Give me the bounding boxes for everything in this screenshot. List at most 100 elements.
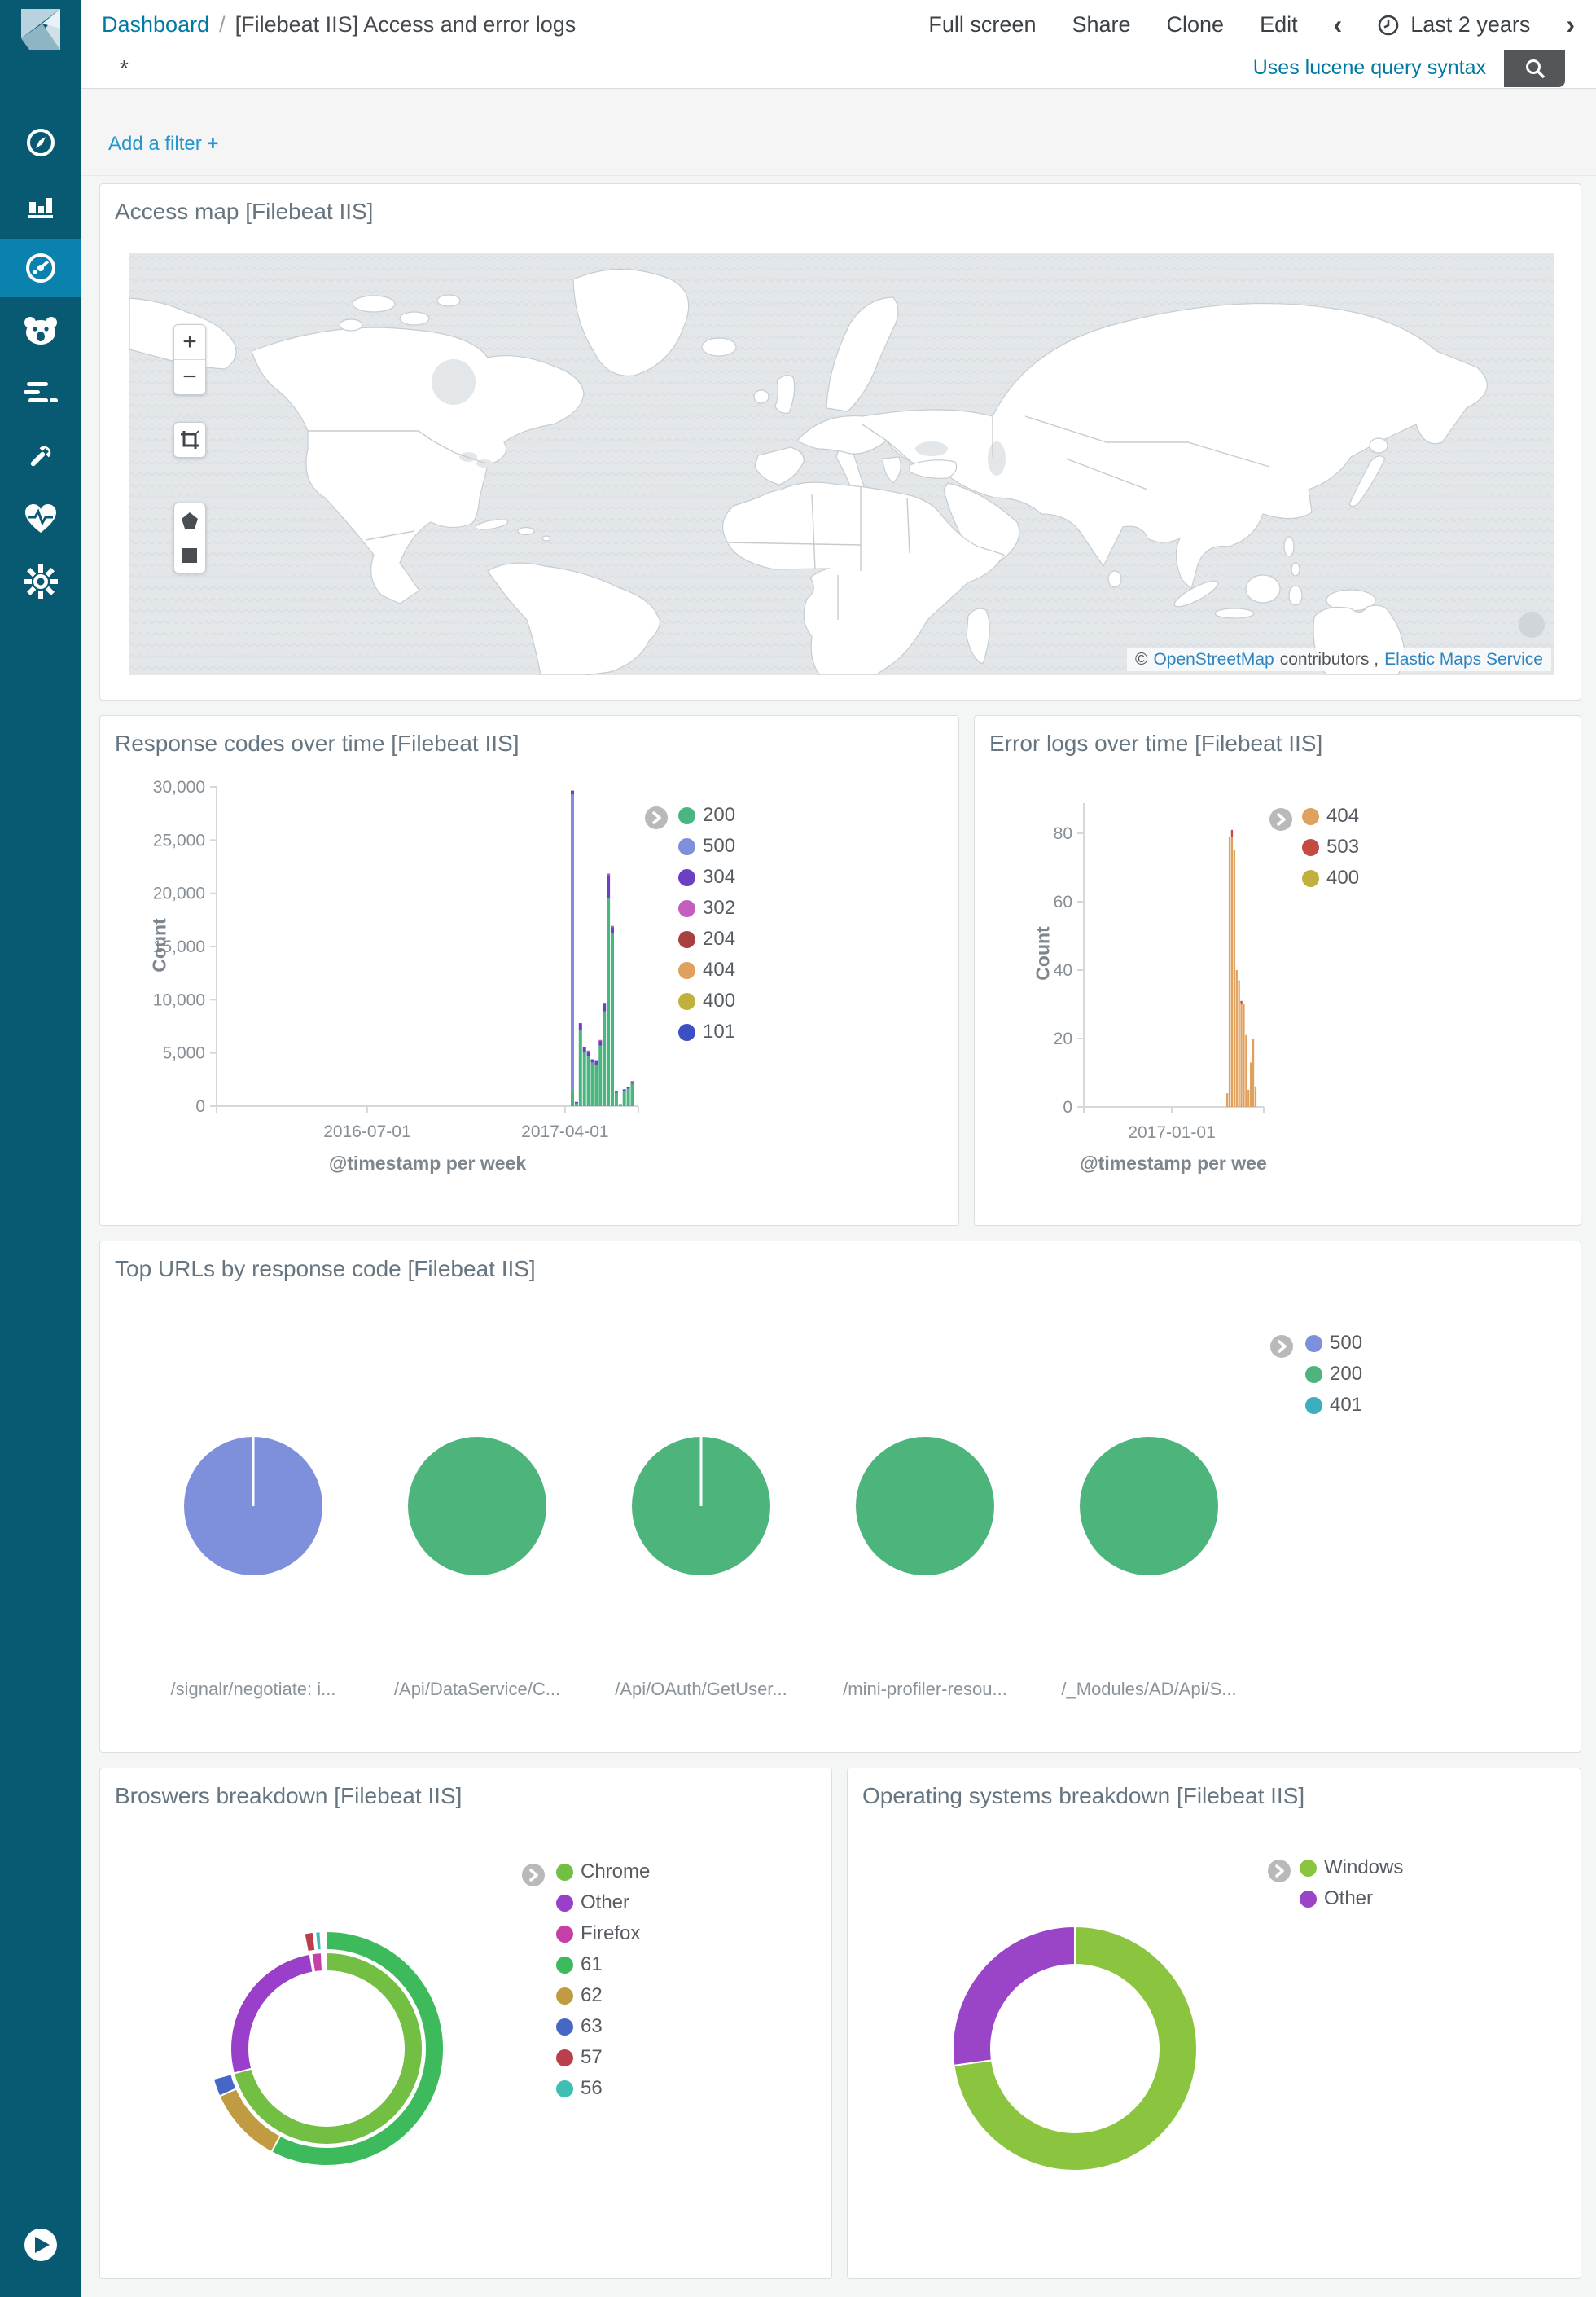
- legend-item[interactable]: 500: [1305, 1328, 1362, 1359]
- sidebar-item-dashboard[interactable]: [0, 239, 81, 297]
- legend-item[interactable]: 404: [678, 955, 735, 986]
- full-screen-button[interactable]: Full screen: [928, 12, 1036, 37]
- response-codes-chart[interactable]: 05,00010,00015,00020,00025,00030,0002016…: [100, 716, 960, 1227]
- sidebar-item-monitoring[interactable]: [0, 490, 81, 548]
- panel-access-map: Access map [Filebeat IIS]: [99, 183, 1581, 701]
- sidebar-item-discover[interactable]: [0, 113, 81, 172]
- legend-toggle-button[interactable]: [1270, 1335, 1293, 1358]
- lucene-syntax-link[interactable]: Uses lucene query syntax: [1253, 56, 1486, 80]
- legend-label: 200: [703, 804, 735, 827]
- legend-item[interactable]: 56: [556, 2073, 650, 2104]
- sidebar-item-management[interactable]: [0, 552, 81, 611]
- search-button[interactable]: [1504, 50, 1565, 87]
- legend-item[interactable]: Other: [1300, 1883, 1403, 1914]
- legend-item[interactable]: 61: [556, 1949, 650, 1980]
- kibana-dashboard-page: Dashboard / [Filebeat IIS] Access and er…: [0, 0, 1596, 2297]
- legend-color-dot: [1302, 870, 1319, 887]
- legend-item[interactable]: 500: [678, 831, 735, 862]
- legend-color-dot: [678, 807, 695, 824]
- panel-top-urls: Top URLs by response code [Filebeat IIS]…: [99, 1241, 1581, 1753]
- legend-toggle-button[interactable]: [645, 806, 668, 829]
- legend-item[interactable]: 302: [678, 893, 735, 924]
- legend-item[interactable]: 200: [678, 800, 735, 831]
- top-navbar: Dashboard / [Filebeat IIS] Access and er…: [81, 0, 1596, 51]
- legend-item[interactable]: 204: [678, 924, 735, 955]
- gear-icon: [24, 564, 58, 599]
- plus-icon: +: [207, 133, 218, 155]
- svg-text:30,000: 30,000: [153, 778, 205, 797]
- legend-toggle-button[interactable]: [1269, 808, 1292, 831]
- browsers-donut-chart[interactable]: [100, 1768, 833, 2280]
- clone-button[interactable]: Clone: [1167, 12, 1225, 37]
- legend-item[interactable]: 57: [556, 2042, 650, 2073]
- pie-url-label: /_Modules/AD/Api/S...: [1047, 1679, 1251, 1700]
- legend-label: 101: [703, 1021, 735, 1043]
- clock-icon: [1378, 15, 1399, 36]
- legend-color-dot: [1300, 1891, 1317, 1908]
- panel-browsers-breakdown: Broswers breakdown [Filebeat IIS] Chrome…: [99, 1768, 832, 2279]
- legend-color-dot: [556, 2080, 573, 2097]
- time-picker-button[interactable]: Last 2 years: [1378, 12, 1530, 37]
- legend-label: 63: [581, 2015, 603, 2038]
- breadcrumb-dashboard-link[interactable]: Dashboard: [102, 12, 209, 37]
- map-fit-data-button[interactable]: [174, 423, 205, 457]
- edit-button[interactable]: Edit: [1260, 12, 1298, 37]
- legend-label: Firefox: [581, 1922, 640, 1945]
- legend-item[interactable]: 101: [678, 1017, 735, 1047]
- legend-toggle-button[interactable]: [522, 1864, 545, 1886]
- time-forward-button[interactable]: ›: [1566, 10, 1575, 40]
- legend-item[interactable]: 503: [1302, 832, 1359, 863]
- sidebar-item-ml[interactable]: [0, 301, 81, 360]
- legend-item[interactable]: 200: [1305, 1359, 1362, 1390]
- map-attribution-toggle[interactable]: [1519, 612, 1545, 638]
- world-map[interactable]: + −: [129, 253, 1554, 675]
- breadcrumb-page-title: [Filebeat IIS] Access and error logs: [235, 12, 577, 37]
- legend-item[interactable]: Other: [556, 1887, 650, 1918]
- x-axis-title: @timestamp per week: [265, 1153, 590, 1175]
- map-draw-controls: [173, 503, 206, 573]
- osm-link[interactable]: OpenStreetMap: [1153, 650, 1274, 670]
- bar-chart-icon: [24, 189, 57, 222]
- error-logs-chart[interactable]: 0204060802017-01-01: [975, 716, 1582, 1227]
- legend-item[interactable]: 400: [678, 986, 735, 1017]
- map-zoom-in-button[interactable]: +: [174, 325, 205, 359]
- legend-color-dot: [556, 2049, 573, 2066]
- sidebar-item-timelion[interactable]: [0, 364, 81, 423]
- map-draw-rectangle-button[interactable]: [174, 538, 205, 573]
- dashboard-gauge-icon: [24, 251, 58, 285]
- breadcrumb: Dashboard / [Filebeat IIS] Access and er…: [102, 12, 576, 37]
- bear-face-icon: [23, 314, 59, 347]
- sidebar-collapse-button[interactable]: [24, 2229, 57, 2261]
- legend-color-dot: [678, 993, 695, 1010]
- kibana-logo[interactable]: [21, 9, 60, 50]
- y-axis-title: Count: [1033, 905, 1054, 1003]
- legend-item[interactable]: 304: [678, 862, 735, 893]
- svg-text:25,000: 25,000: [153, 831, 205, 850]
- legend-item[interactable]: 404: [1302, 801, 1359, 832]
- map-draw-polygon-button[interactable]: [174, 503, 205, 538]
- sidebar-item-visualize[interactable]: [0, 176, 81, 235]
- sidebar-item-dev-tools[interactable]: [0, 427, 81, 485]
- legend-label: 57: [581, 2046, 603, 2069]
- legend-item[interactable]: 62: [556, 1980, 650, 2011]
- pie-url-label: /signalr/negotiate: i...: [151, 1679, 355, 1700]
- legend-item[interactable]: 400: [1302, 863, 1359, 894]
- ems-link[interactable]: Elastic Maps Service: [1384, 650, 1543, 670]
- legend-item[interactable]: Chrome: [556, 1856, 650, 1887]
- legend-color-dot: [1302, 808, 1319, 825]
- sidebar: [0, 0, 81, 2297]
- add-filter-button[interactable]: Add a filter +: [108, 133, 218, 156]
- top-urls-pies[interactable]: [100, 1241, 1582, 1754]
- legend-item[interactable]: 401: [1305, 1390, 1362, 1421]
- legend-toggle-button[interactable]: [1268, 1860, 1291, 1882]
- os-donut-chart[interactable]: [848, 1768, 1582, 2280]
- time-back-button[interactable]: ‹: [1334, 10, 1343, 40]
- response-codes-legend: 200 500304302204404400 101: [678, 800, 735, 1047]
- legend-item[interactable]: 63: [556, 2011, 650, 2042]
- map-zoom-out-button[interactable]: −: [174, 359, 205, 394]
- share-button[interactable]: Share: [1072, 12, 1130, 37]
- legend-color-dot: [678, 1024, 695, 1041]
- legend-item[interactable]: Windows: [1300, 1852, 1403, 1883]
- pie-url-label: /Api/OAuth/GetUser...: [599, 1679, 803, 1700]
- legend-item[interactable]: Firefox: [556, 1918, 650, 1949]
